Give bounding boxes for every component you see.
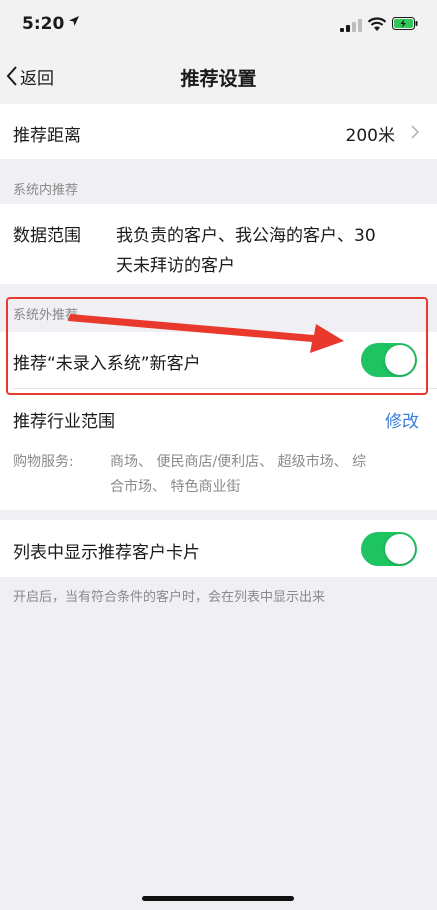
home-indicator	[142, 896, 294, 901]
annotation-arrow-icon	[68, 314, 344, 353]
